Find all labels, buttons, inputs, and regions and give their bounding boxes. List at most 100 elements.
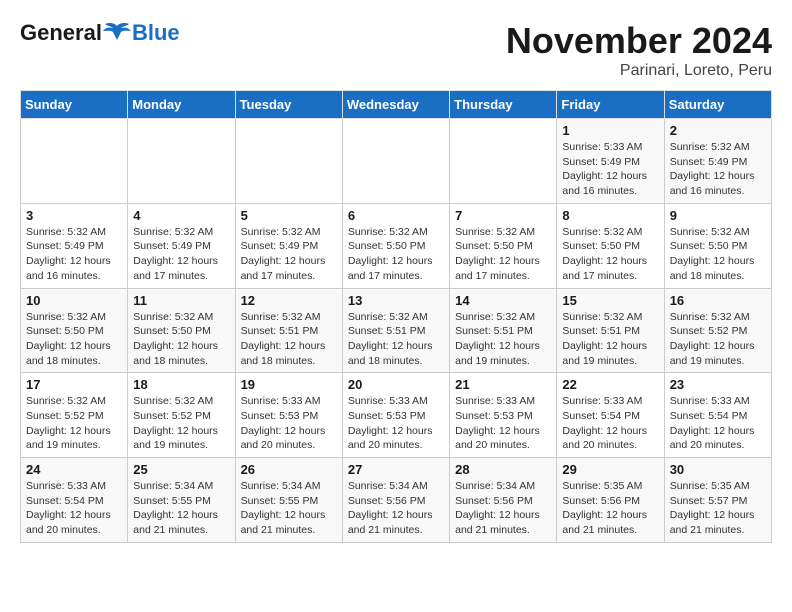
weekday-header-row: Sunday Monday Tuesday Wednesday Thursday… xyxy=(21,91,772,119)
day-cell: 1 Sunrise: 5:33 AM Sunset: 5:49 PM Daylig… xyxy=(557,119,664,204)
day-cell: 6 Sunrise: 5:32 AM Sunset: 5:50 PM Daylig… xyxy=(342,203,449,288)
page-header: General Blue November 2024 Parinari, Lor… xyxy=(20,20,772,80)
day-number: 28 xyxy=(455,462,551,477)
day-cell xyxy=(21,119,128,204)
day-info: Sunrise: 5:32 AM Sunset: 5:50 PM Dayligh… xyxy=(348,225,444,284)
day-number: 11 xyxy=(133,293,229,308)
day-cell: 3 Sunrise: 5:32 AM Sunset: 5:49 PM Daylig… xyxy=(21,203,128,288)
header-wednesday: Wednesday xyxy=(342,91,449,119)
day-number: 29 xyxy=(562,462,658,477)
day-info: Sunrise: 5:33 AM Sunset: 5:54 PM Dayligh… xyxy=(670,394,766,453)
day-cell: 20Sunrise: 5:33 AM Sunset: 5:53 PM Dayli… xyxy=(342,373,449,458)
day-cell: 14 Sunrise: 5:32 AM Sunset: 5:51 PM Dayli… xyxy=(450,288,557,373)
day-cell: 23 Sunrise: 5:33 AM Sunset: 5:54 PM Dayli… xyxy=(664,373,771,458)
logo: General Blue xyxy=(20,20,180,46)
day-cell: 30Sunrise: 5:35 AM Sunset: 5:57 PM Dayli… xyxy=(664,458,771,543)
day-cell: 9 Sunrise: 5:32 AM Sunset: 5:50 PM Daylig… xyxy=(664,203,771,288)
day-info: Sunrise: 5:34 AM Sunset: 5:55 PM Dayligh… xyxy=(241,479,337,538)
day-info: Sunrise: 5:35 AM Sunset: 5:56 PM Dayligh… xyxy=(562,479,658,538)
day-number: 25 xyxy=(133,462,229,477)
day-cell: 22 Sunrise: 5:33 AM Sunset: 5:54 PM Dayli… xyxy=(557,373,664,458)
day-info: Sunrise: 5:32 AM Sunset: 5:50 PM Dayligh… xyxy=(133,310,229,369)
day-cell: 5 Sunrise: 5:32 AM Sunset: 5:49 PM Daylig… xyxy=(235,203,342,288)
day-info: Sunrise: 5:34 AM Sunset: 5:56 PM Dayligh… xyxy=(455,479,551,538)
day-info: Sunrise: 5:34 AM Sunset: 5:55 PM Dayligh… xyxy=(133,479,229,538)
day-cell: 11 Sunrise: 5:32 AM Sunset: 5:50 PM Dayli… xyxy=(128,288,235,373)
day-cell xyxy=(450,119,557,204)
day-info: Sunrise: 5:32 AM Sunset: 5:51 PM Dayligh… xyxy=(562,310,658,369)
day-info: Sunrise: 5:33 AM Sunset: 5:53 PM Dayligh… xyxy=(241,394,337,453)
day-cell: 4Sunrise: 5:32 AM Sunset: 5:49 PM Daylig… xyxy=(128,203,235,288)
day-number: 10 xyxy=(26,293,122,308)
day-number: 17 xyxy=(26,377,122,392)
day-cell: 7Sunrise: 5:32 AM Sunset: 5:50 PM Daylig… xyxy=(450,203,557,288)
day-cell: 2 Sunrise: 5:32 AM Sunset: 5:49 PM Daylig… xyxy=(664,119,771,204)
day-info: Sunrise: 5:32 AM Sunset: 5:51 PM Dayligh… xyxy=(241,310,337,369)
day-number: 6 xyxy=(348,208,444,223)
month-title: November 2024 xyxy=(506,20,772,62)
day-cell: 12 Sunrise: 5:32 AM Sunset: 5:51 PM Dayli… xyxy=(235,288,342,373)
day-info: Sunrise: 5:32 AM Sunset: 5:49 PM Dayligh… xyxy=(26,225,122,284)
day-cell: 10 Sunrise: 5:32 AM Sunset: 5:50 PM Dayli… xyxy=(21,288,128,373)
day-cell: 16Sunrise: 5:32 AM Sunset: 5:52 PM Dayli… xyxy=(664,288,771,373)
day-number: 8 xyxy=(562,208,658,223)
header-sunday: Sunday xyxy=(21,91,128,119)
header-friday: Friday xyxy=(557,91,664,119)
day-cell: 27Sunrise: 5:34 AM Sunset: 5:56 PM Dayli… xyxy=(342,458,449,543)
day-info: Sunrise: 5:32 AM Sunset: 5:52 PM Dayligh… xyxy=(670,310,766,369)
day-info: Sunrise: 5:32 AM Sunset: 5:50 PM Dayligh… xyxy=(670,225,766,284)
day-cell: 8 Sunrise: 5:32 AM Sunset: 5:50 PM Daylig… xyxy=(557,203,664,288)
day-info: Sunrise: 5:33 AM Sunset: 5:53 PM Dayligh… xyxy=(455,394,551,453)
day-number: 23 xyxy=(670,377,766,392)
day-number: 18 xyxy=(133,377,229,392)
day-number: 4 xyxy=(133,208,229,223)
day-number: 1 xyxy=(562,123,658,138)
day-cell xyxy=(342,119,449,204)
calendar-table: Sunday Monday Tuesday Wednesday Thursday… xyxy=(20,90,772,543)
day-number: 2 xyxy=(670,123,766,138)
logo-blue: Blue xyxy=(132,20,180,46)
header-tuesday: Tuesday xyxy=(235,91,342,119)
day-number: 13 xyxy=(348,293,444,308)
week-row-5: 24Sunrise: 5:33 AM Sunset: 5:54 PM Dayli… xyxy=(21,458,772,543)
day-number: 30 xyxy=(670,462,766,477)
header-monday: Monday xyxy=(128,91,235,119)
day-cell: 24Sunrise: 5:33 AM Sunset: 5:54 PM Dayli… xyxy=(21,458,128,543)
day-info: Sunrise: 5:32 AM Sunset: 5:52 PM Dayligh… xyxy=(26,394,122,453)
day-cell: 26 Sunrise: 5:34 AM Sunset: 5:55 PM Dayli… xyxy=(235,458,342,543)
day-number: 19 xyxy=(241,377,337,392)
day-number: 7 xyxy=(455,208,551,223)
day-info: Sunrise: 5:32 AM Sunset: 5:49 PM Dayligh… xyxy=(241,225,337,284)
logo-bird-icon xyxy=(103,22,131,44)
day-cell: 17 Sunrise: 5:32 AM Sunset: 5:52 PM Dayli… xyxy=(21,373,128,458)
day-info: Sunrise: 5:33 AM Sunset: 5:49 PM Dayligh… xyxy=(562,140,658,199)
week-row-4: 17 Sunrise: 5:32 AM Sunset: 5:52 PM Dayli… xyxy=(21,373,772,458)
day-number: 12 xyxy=(241,293,337,308)
day-info: Sunrise: 5:32 AM Sunset: 5:51 PM Dayligh… xyxy=(455,310,551,369)
day-cell: 13Sunrise: 5:32 AM Sunset: 5:51 PM Dayli… xyxy=(342,288,449,373)
header-saturday: Saturday xyxy=(664,91,771,119)
header-thursday: Thursday xyxy=(450,91,557,119)
day-number: 14 xyxy=(455,293,551,308)
day-number: 9 xyxy=(670,208,766,223)
day-number: 15 xyxy=(562,293,658,308)
day-number: 21 xyxy=(455,377,551,392)
title-block: November 2024 Parinari, Loreto, Peru xyxy=(506,20,772,80)
day-info: Sunrise: 5:32 AM Sunset: 5:49 PM Dayligh… xyxy=(670,140,766,199)
day-cell xyxy=(235,119,342,204)
day-number: 26 xyxy=(241,462,337,477)
day-info: Sunrise: 5:32 AM Sunset: 5:50 PM Dayligh… xyxy=(26,310,122,369)
logo-general: General xyxy=(20,20,102,46)
day-number: 3 xyxy=(26,208,122,223)
day-cell: 18Sunrise: 5:32 AM Sunset: 5:52 PM Dayli… xyxy=(128,373,235,458)
day-info: Sunrise: 5:33 AM Sunset: 5:54 PM Dayligh… xyxy=(26,479,122,538)
day-cell: 19 Sunrise: 5:33 AM Sunset: 5:53 PM Dayli… xyxy=(235,373,342,458)
day-number: 5 xyxy=(241,208,337,223)
location-subtitle: Parinari, Loreto, Peru xyxy=(506,62,772,80)
day-cell: 29 Sunrise: 5:35 AM Sunset: 5:56 PM Dayli… xyxy=(557,458,664,543)
day-info: Sunrise: 5:33 AM Sunset: 5:54 PM Dayligh… xyxy=(562,394,658,453)
week-row-3: 10 Sunrise: 5:32 AM Sunset: 5:50 PM Dayli… xyxy=(21,288,772,373)
day-info: Sunrise: 5:32 AM Sunset: 5:50 PM Dayligh… xyxy=(562,225,658,284)
day-number: 20 xyxy=(348,377,444,392)
day-number: 22 xyxy=(562,377,658,392)
